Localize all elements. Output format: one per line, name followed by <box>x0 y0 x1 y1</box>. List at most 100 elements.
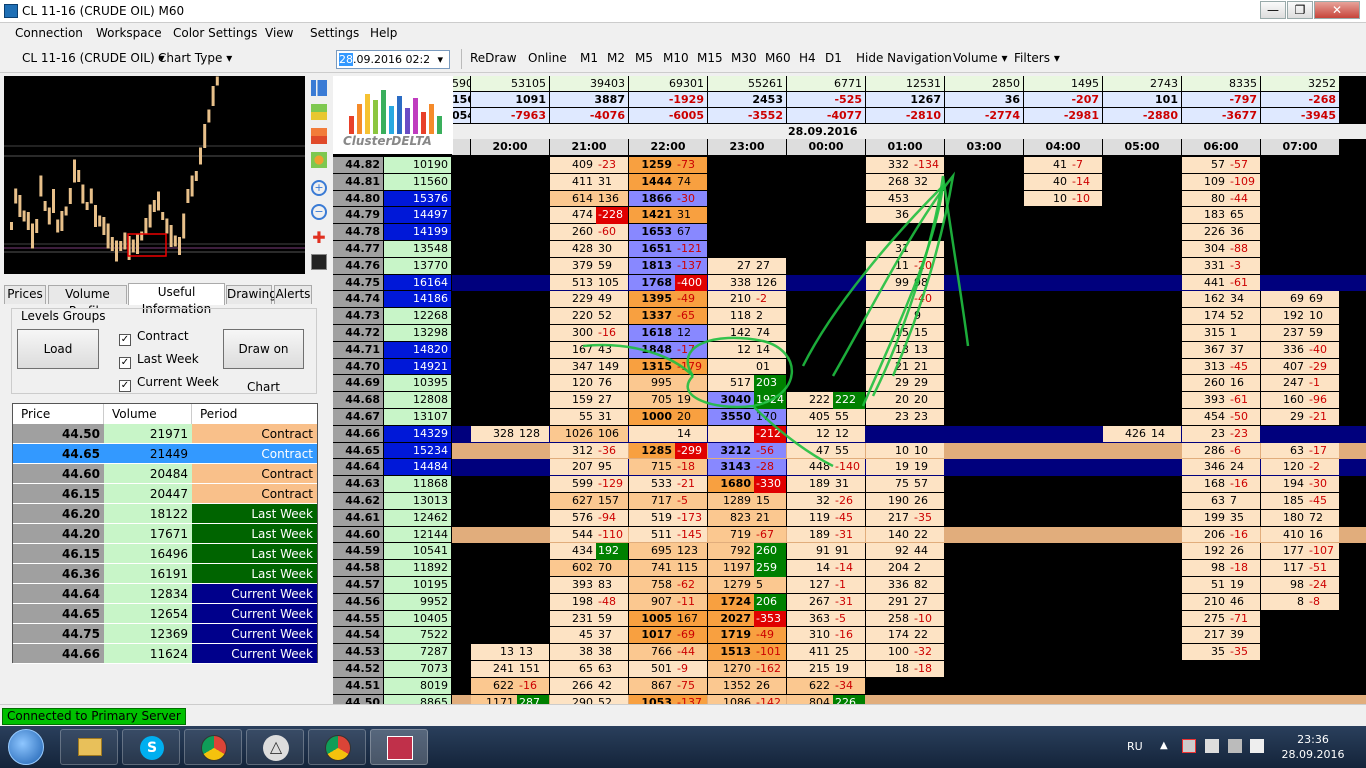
tab-prices[interactable]: Prices <box>4 285 46 304</box>
levels-table-row[interactable]: 46.36 16191 Last Week <box>13 564 317 584</box>
cluster-cell[interactable]: 63 7 <box>1182 493 1260 509</box>
load-button[interactable]: Load <box>17 329 99 369</box>
cluster-cell[interactable]: 766 -44 <box>629 644 707 660</box>
start-button[interactable] <box>8 729 44 765</box>
taskbar-app-triangle[interactable]: △ <box>246 729 304 765</box>
cluster-cell[interactable]: 1171 287 <box>471 694 549 704</box>
cluster-cell[interactable]: 226 36 <box>1182 224 1260 240</box>
cluster-cell[interactable]: 222 222 <box>787 392 865 409</box>
column-time-header[interactable]: 07:00 <box>1261 139 1339 155</box>
cluster-cell[interactable]: 167 43 <box>550 341 628 358</box>
cluster-chart-icon[interactable] <box>311 104 327 120</box>
cluster-cell[interactable]: 328 128 <box>471 425 549 442</box>
cluster-cell[interactable]: 405 55 <box>787 409 865 425</box>
cluster-cell[interactable]: 217 39 <box>1182 627 1260 644</box>
cluster-cell[interactable]: 117 -51 <box>1261 560 1339 576</box>
cluster-cell[interactable]: 332 -134 <box>866 157 944 173</box>
cluster-cell[interactable]: 3143 -28 <box>708 459 786 476</box>
cluster-cell[interactable]: 758 -62 <box>629 577 707 593</box>
cluster-cell[interactable]: 229 49 <box>550 291 628 308</box>
column-time-header[interactable]: 22:00 <box>629 139 707 155</box>
zoom-in-icon[interactable]: + <box>311 180 327 196</box>
cluster-cell[interactable]: 140 22 <box>866 526 944 543</box>
chart-type-dropdown[interactable]: Chart Type ▾ <box>158 51 232 65</box>
cluster-cell[interactable]: 29 29 <box>866 375 944 392</box>
cluster-cell[interactable]: 448 -140 <box>787 459 865 476</box>
cluster-cell[interactable]: 47 55 <box>787 442 865 459</box>
cluster-cell[interactable]: 393 -61 <box>1182 392 1260 408</box>
cluster-cell[interactable]: 286 -6 <box>1182 442 1260 459</box>
menu-settings[interactable]: Settings <box>310 26 359 40</box>
clock-time[interactable]: 23:36 <box>1278 733 1348 746</box>
cluster-cell[interactable]: 1270 -162 <box>708 661 786 677</box>
cluster-cell[interactable]: 29 -21 <box>1261 409 1339 425</box>
cluster-cell[interactable]: 1197 259 <box>708 560 786 577</box>
taskbar-clusterdelta[interactable] <box>370 729 428 765</box>
cluster-cell[interactable]: 363 -5 <box>787 610 865 627</box>
tf-m60-button[interactable]: M60 <box>765 51 791 65</box>
cluster-cell[interactable]: 705 19 <box>629 392 707 408</box>
cluster-cell[interactable]: 290 52 <box>550 694 628 704</box>
cluster-cell[interactable]: 434 192 <box>550 543 628 561</box>
cluster-cell[interactable]: 517 203 <box>708 375 786 393</box>
cluster-cell[interactable]: 315 1 <box>1182 325 1260 341</box>
hide-navigation-button[interactable]: Hide Navigation <box>856 51 952 65</box>
levels-table-row[interactable]: 46.15 20447 Contract <box>13 484 317 504</box>
language-indicator[interactable]: RU <box>1127 740 1143 753</box>
levels-table-row[interactable]: 44.65 12654 Current Week <box>13 604 317 624</box>
cluster-cell[interactable]: 204 2 <box>866 560 944 576</box>
cluster-cell[interactable]: 614 136 <box>550 190 628 207</box>
cluster-cell[interactable]: 109 -109 <box>1182 173 1260 190</box>
cluster-cell[interactable]: 823 21 <box>708 509 786 526</box>
cluster-cell[interactable]: 1315 -179 <box>629 358 707 375</box>
cluster-cell[interactable]: 14 -14 <box>787 560 865 576</box>
close-button[interactable]: ✕ <box>1314 1 1360 19</box>
cluster-cell[interactable]: 426 14 <box>1103 425 1181 442</box>
tab-volume-profile[interactable]: Volume Profile <box>48 285 127 318</box>
cluster-cell[interactable]: 189 -31 <box>787 526 865 543</box>
cluster-cell[interactable]: 1086 -142 <box>708 694 786 704</box>
cluster-cell[interactable]: 80 -44 <box>1182 190 1260 207</box>
cluster-cell[interactable]: 192 10 <box>1261 308 1339 324</box>
cluster-cell[interactable]: 3212 -56 <box>708 442 786 459</box>
cluster-cell[interactable]: 11 -20 <box>866 257 944 274</box>
cluster-cell[interactable]: 304 -88 <box>1182 241 1260 257</box>
cluster-cell[interactable]: 15 15 <box>866 325 944 341</box>
cluster-cell[interactable]: 347 149 <box>550 358 628 375</box>
cluster-cell[interactable]: 35 -35 <box>1182 644 1260 660</box>
cluster-cell[interactable]: 367 37 <box>1182 341 1260 358</box>
menu-workspace[interactable]: Workspace <box>96 26 162 40</box>
cluster-cell[interactable]: 162 34 <box>1182 291 1260 308</box>
crosshair-icon[interactable]: ✚ <box>311 230 327 246</box>
column-time-header[interactable]: 01:00 <box>866 139 944 155</box>
cluster-cell[interactable]: 544 -110 <box>550 526 628 543</box>
cluster-cell[interactable]: 428 30 <box>550 241 628 257</box>
cluster-cell[interactable]: 127 -1 <box>787 577 865 593</box>
zoom-out-icon[interactable]: − <box>311 204 327 220</box>
mini-chart[interactable] <box>4 76 305 274</box>
col-header-price[interactable]: Price <box>13 404 104 424</box>
cluster-cell[interactable]: 602 70 <box>550 560 628 576</box>
cluster-cell[interactable]: 1285 -299 <box>629 442 707 460</box>
col-header-period[interactable]: Period <box>192 404 317 424</box>
cluster-cell[interactable]: 741 115 <box>629 560 707 576</box>
cluster-cell[interactable]: 336 -40 <box>1261 341 1339 358</box>
cluster-cell[interactable]: 411 25 <box>787 644 865 660</box>
cluster-cell[interactable]: 8 -8 <box>1261 593 1339 610</box>
column-time-header[interactable]: 00:00 <box>787 139 865 155</box>
column-time-header[interactable]: 23:00 <box>708 139 786 155</box>
cluster-cell[interactable]: 1017 -69 <box>629 627 707 644</box>
cluster-cell[interactable]: 312 -36 <box>550 442 628 459</box>
cluster-cell[interactable]: 1653 67 <box>629 224 707 240</box>
cluster-cell[interactable]: 174 22 <box>866 627 944 644</box>
cluster-cell[interactable]: 12 14 <box>708 341 786 358</box>
cluster-cell[interactable]: 501 -9 <box>629 661 707 677</box>
cluster-cell[interactable]: 142 74 <box>708 325 786 341</box>
tab-alerts[interactable]: Alerts <box>274 285 312 304</box>
cluster-cell[interactable]: 1444 74 <box>629 173 707 190</box>
cluster-cell[interactable]: 118 2 <box>708 308 786 324</box>
cluster-cell[interactable]: 1866 -30 <box>629 190 707 207</box>
cluster-cell[interactable]: 310 -16 <box>787 627 865 644</box>
current-week-checkbox[interactable]: ✓ Current Week <box>119 375 219 392</box>
levels-table-row[interactable]: 44.64 12834 Current Week <box>13 584 317 604</box>
